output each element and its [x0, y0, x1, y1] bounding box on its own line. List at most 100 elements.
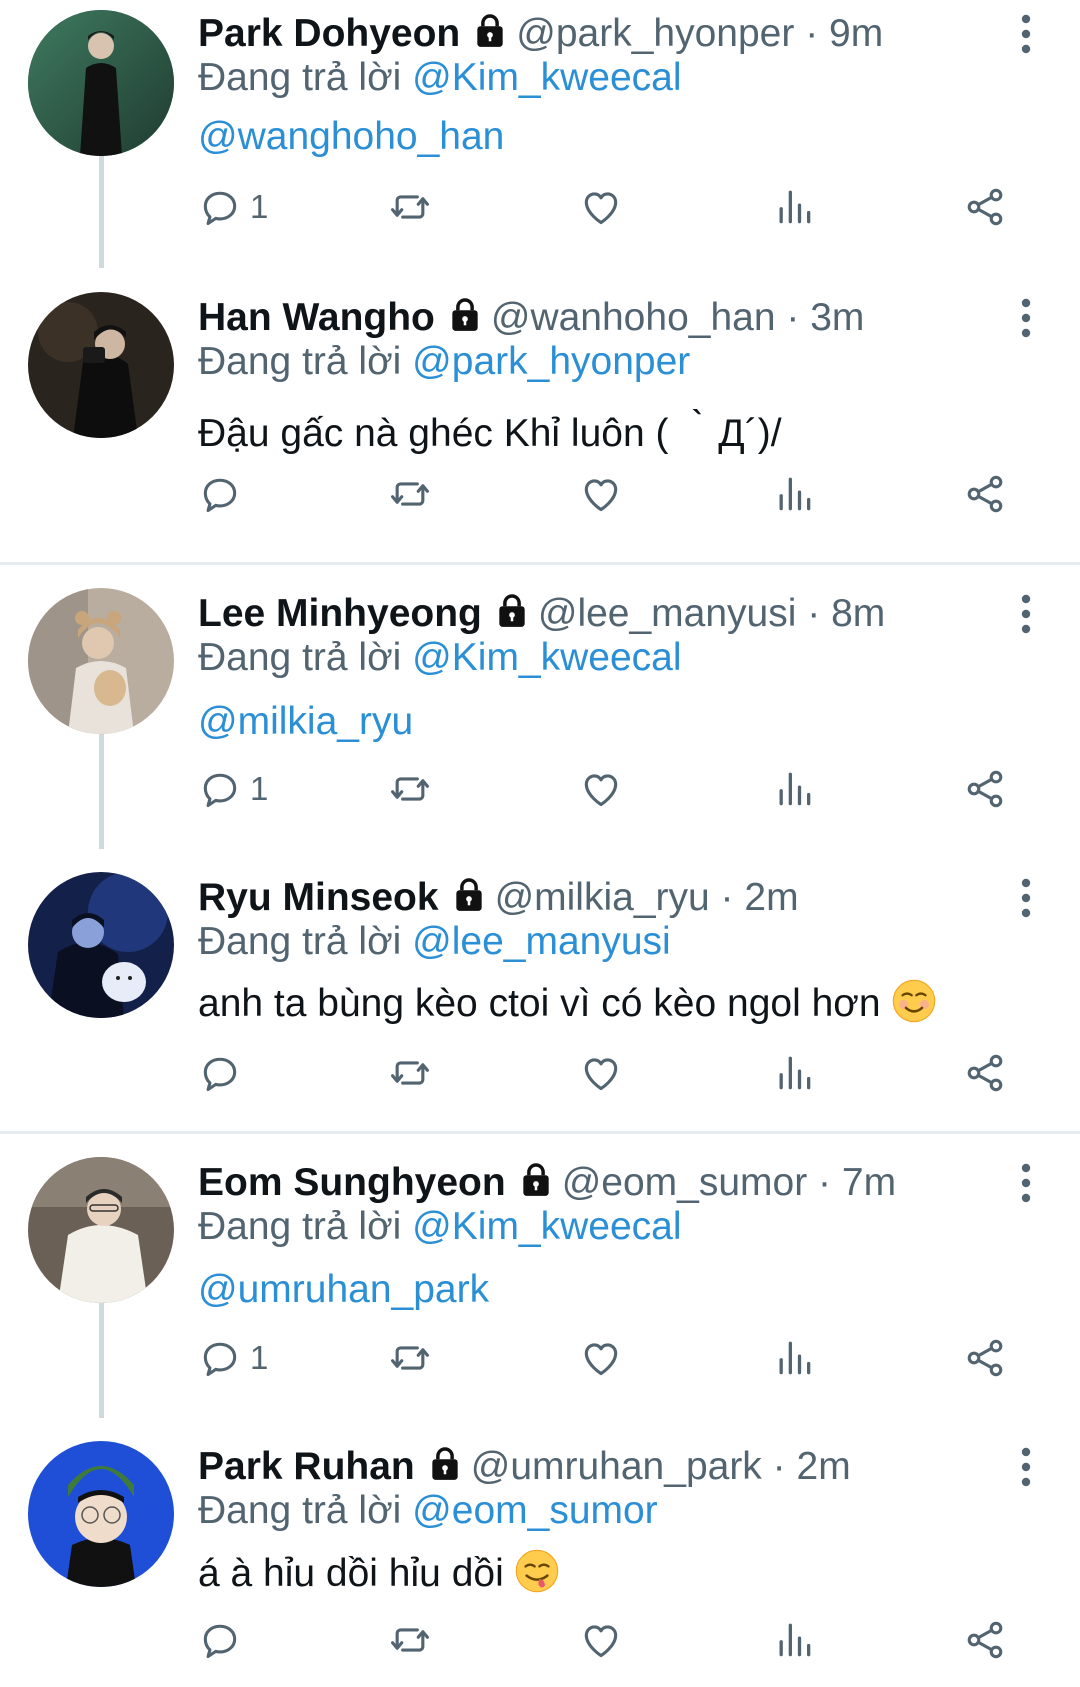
tweet[interactable]: Ryu Minseok @milkia_ryu · 2m Đang trả lời…: [0, 872, 1080, 1122]
lock-icon: [516, 1161, 556, 1199]
retweet-button[interactable]: [388, 1332, 432, 1384]
share-button[interactable]: [963, 1614, 1007, 1666]
avatar[interactable]: [28, 1441, 174, 1587]
reply-count: 1: [250, 770, 269, 807]
tweet-text[interactable]: @milkia_ryu: [198, 694, 413, 750]
views-button[interactable]: [772, 1332, 816, 1384]
retweet-button[interactable]: [388, 1614, 432, 1666]
like-button[interactable]: [579, 763, 623, 815]
more-options-icon[interactable]: [1016, 594, 1036, 634]
like-button[interactable]: [579, 1332, 623, 1384]
heart-icon: [579, 185, 623, 229]
retweet-icon: [388, 1051, 432, 1095]
views-button[interactable]: [772, 1047, 816, 1099]
reply-button[interactable]: [198, 1047, 250, 1099]
retweet-button[interactable]: [388, 468, 432, 520]
replying-to-label: Đang trả lời: [198, 1205, 402, 1248]
replying-to-mention[interactable]: @lee_manyusi: [412, 920, 671, 963]
share-button[interactable]: [963, 1047, 1007, 1099]
lock-icon: [425, 1445, 465, 1483]
tweet-actions: 1: [198, 1332, 1018, 1384]
replying-to-mention[interactable]: @Kim_kweecal: [412, 56, 681, 99]
user-handle[interactable]: @umruhan_park: [471, 1445, 762, 1488]
tweet-text: Đậu gấc nà ghéc Khỉ luôn ( ｀Д´)/: [198, 412, 782, 455]
replying-to-mention[interactable]: @Kim_kweecal: [412, 636, 681, 679]
like-button[interactable]: [579, 1614, 623, 1666]
share-icon: [963, 767, 1007, 811]
heart-icon: [579, 472, 623, 516]
display-name[interactable]: Ryu Minseok: [198, 876, 439, 919]
like-button[interactable]: [579, 1047, 623, 1099]
replying-to: Đang trả lời @Kim_kweecal: [198, 632, 682, 684]
retweet-icon: [388, 472, 432, 516]
display-name[interactable]: Eom Sunghyeon: [198, 1161, 506, 1204]
avatar[interactable]: [28, 588, 174, 734]
user-handle[interactable]: @wanhoho_han: [491, 296, 776, 339]
user-handle[interactable]: @milkia_ryu: [495, 876, 710, 919]
views-button[interactable]: [772, 763, 816, 815]
retweet-button[interactable]: [388, 763, 432, 815]
user-handle[interactable]: @park_hyonper: [516, 12, 794, 55]
avatar[interactable]: [28, 292, 174, 438]
lock-icon: [470, 12, 510, 50]
display-name[interactable]: Han Wangho: [198, 296, 435, 339]
tweet-actions: 1: [198, 181, 1018, 233]
reply-button[interactable]: 1: [198, 763, 268, 815]
replying-to: Đang trả lời @Kim_kweecal: [198, 1201, 682, 1253]
user-handle[interactable]: @eom_sumor: [562, 1161, 808, 1204]
display-name[interactable]: Park Ruhan: [198, 1445, 415, 1488]
reply-button[interactable]: 1: [198, 1332, 268, 1384]
timestamp[interactable]: 3m: [810, 296, 864, 339]
reply-button[interactable]: 1: [198, 181, 268, 233]
like-button[interactable]: [579, 181, 623, 233]
reply-button[interactable]: [198, 468, 250, 520]
views-button[interactable]: [772, 1614, 816, 1666]
more-options-icon[interactable]: [1016, 878, 1036, 918]
timestamp[interactable]: 2m: [744, 876, 798, 919]
display-name[interactable]: Park Dohyeon: [198, 12, 460, 55]
more-options-icon[interactable]: [1016, 298, 1036, 338]
more-options-icon[interactable]: [1016, 1163, 1036, 1203]
display-name[interactable]: Lee Minhyeong: [198, 592, 482, 635]
separator-dot: ·: [805, 12, 819, 55]
tweet-text[interactable]: @wanghoho_han: [198, 109, 504, 165]
avatar[interactable]: [28, 1157, 174, 1303]
tweet[interactable]: Park Dohyeon @park_hyonper · 9m Đang trả …: [0, 8, 1080, 258]
replying-to: Đang trả lời @eom_sumor: [198, 1485, 658, 1537]
reply-button[interactable]: [198, 1614, 250, 1666]
timestamp[interactable]: 7m: [842, 1161, 896, 1204]
views-icon: [772, 185, 816, 229]
share-button[interactable]: [963, 468, 1007, 520]
views-button[interactable]: [772, 181, 816, 233]
avatar[interactable]: [28, 10, 174, 156]
share-button[interactable]: [963, 181, 1007, 233]
share-button[interactable]: [963, 1332, 1007, 1384]
tweet-text: anh ta bùng kèo ctoi vì có kèo ngol hơn: [198, 982, 881, 1025]
share-icon: [963, 472, 1007, 516]
tweet-text[interactable]: @umruhan_park: [198, 1262, 489, 1318]
avatar[interactable]: [28, 872, 174, 1018]
more-options-icon[interactable]: [1016, 14, 1036, 54]
timestamp[interactable]: 8m: [831, 592, 885, 635]
views-icon: [772, 472, 816, 516]
tweet[interactable]: Eom Sunghyeon @eom_sumor · 7m Đang trả lờ…: [0, 1157, 1080, 1407]
timestamp[interactable]: 2m: [797, 1445, 851, 1488]
views-button[interactable]: [772, 468, 816, 520]
share-button[interactable]: [963, 763, 1007, 815]
tweet[interactable]: Lee Minhyeong @lee_manyusi · 8m Đang trả …: [0, 588, 1080, 838]
like-button[interactable]: [579, 468, 623, 520]
tweet-text-row: á à hỉu dồi hỉu dồi: [198, 1546, 560, 1602]
retweet-button[interactable]: [388, 1047, 432, 1099]
more-options-icon[interactable]: [1016, 1447, 1036, 1487]
timestamp[interactable]: 9m: [829, 12, 883, 55]
replying-to-mention[interactable]: @eom_sumor: [412, 1489, 658, 1532]
replying-to-mention[interactable]: @park_hyonper: [412, 340, 690, 383]
user-handle[interactable]: @lee_manyusi: [538, 592, 797, 635]
tweet[interactable]: Park Ruhan @umruhan_park · 2m Đang trả lờ…: [0, 1441, 1080, 1687]
tweet[interactable]: Han Wangho @wanhoho_han · 3m Đang trả lời…: [0, 292, 1080, 542]
separator-dot: ·: [772, 1445, 786, 1488]
replying-to-mention[interactable]: @Kim_kweecal: [412, 1205, 681, 1248]
retweet-button[interactable]: [388, 181, 432, 233]
heart-icon: [579, 1051, 623, 1095]
tweet-text-row: anh ta bùng kèo ctoi vì có kèo ngol hơn: [198, 976, 937, 1032]
